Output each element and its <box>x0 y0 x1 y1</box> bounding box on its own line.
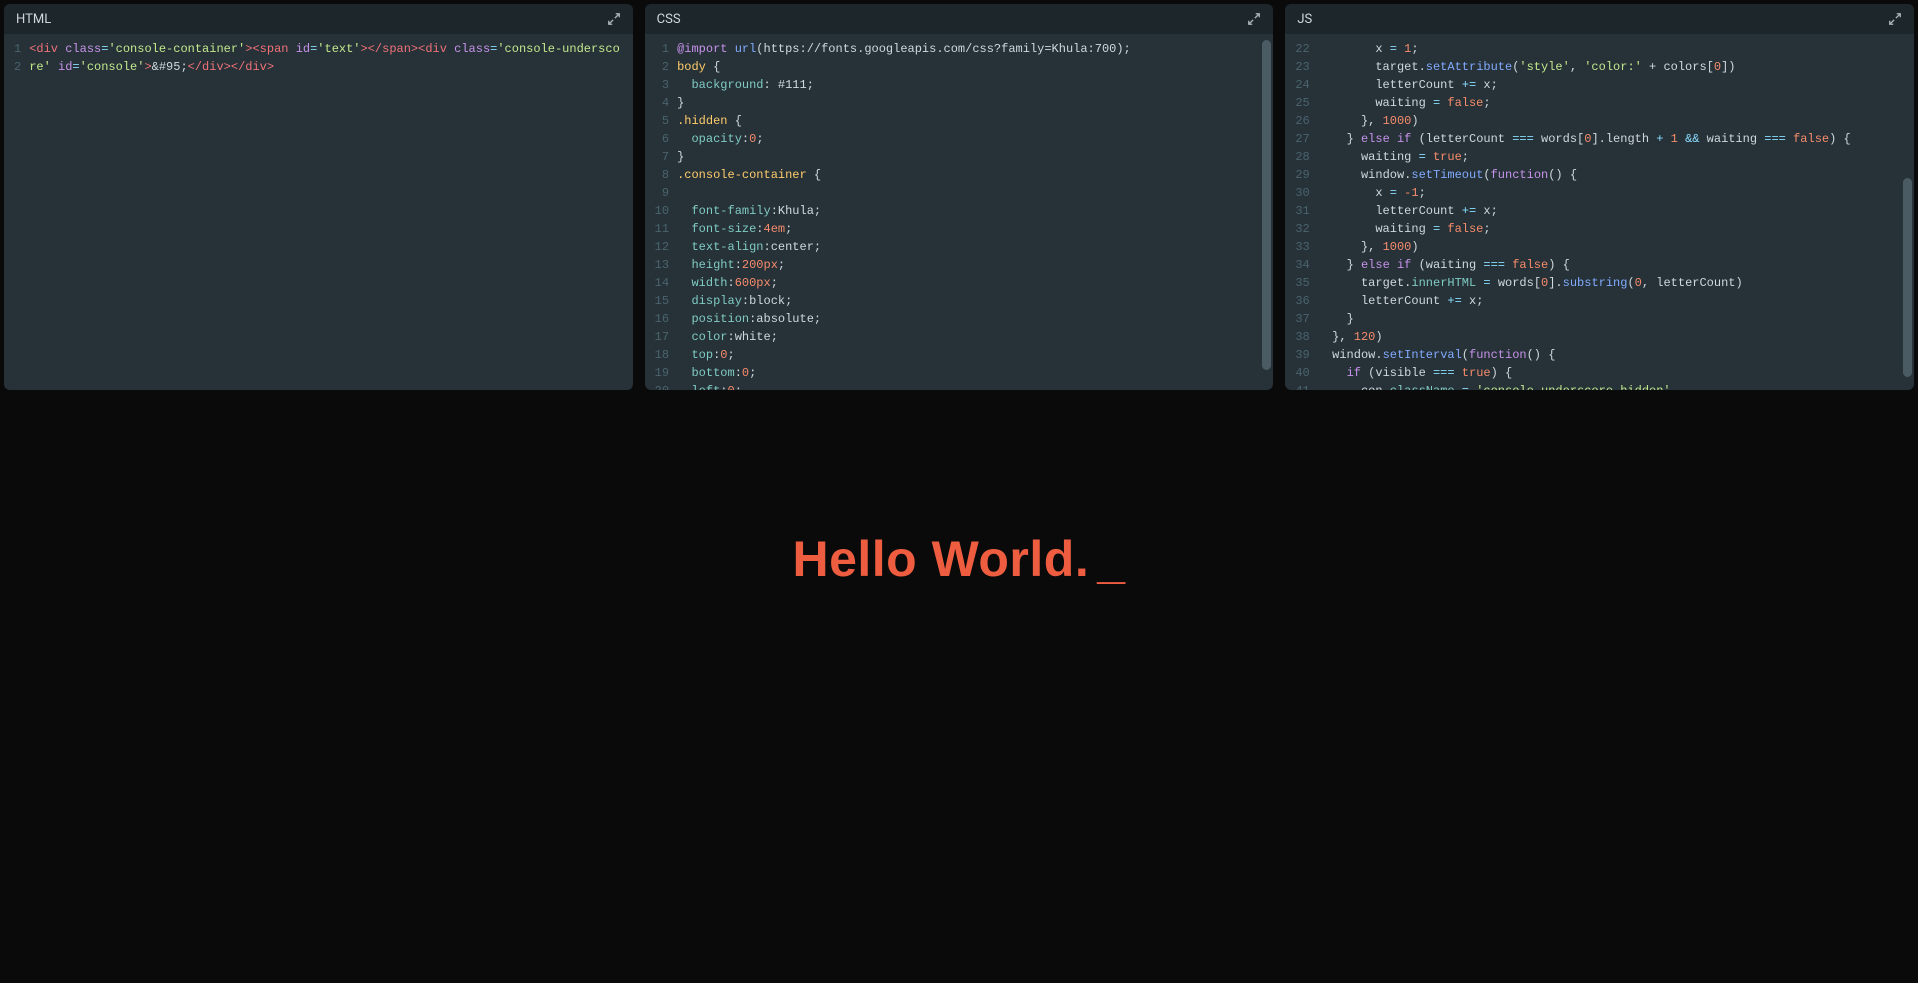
js-panel: JS 22 23 24 25 26 27 28 29 30 31 32 33 3… <box>1285 4 1914 390</box>
js-gutter: 22 23 24 25 26 27 28 29 30 31 32 33 34 3… <box>1285 34 1315 390</box>
js-panel-header: JS <box>1285 4 1914 34</box>
js-code[interactable]: x = 1; target.setAttribute('style', 'col… <box>1316 34 1914 390</box>
html-code[interactable]: <div class='console-container'><span id=… <box>27 34 632 390</box>
preview-pane: Hello World._ <box>0 390 1918 983</box>
html-editor[interactable]: 1 2 <div class='console-container'><span… <box>4 34 633 390</box>
preview-output: Hello World._ <box>0 530 1918 588</box>
preview-text: Hello World. <box>792 531 1089 587</box>
expand-icon[interactable] <box>1247 12 1261 26</box>
js-editor[interactable]: 22 23 24 25 26 27 28 29 30 31 32 33 34 3… <box>1285 34 1914 390</box>
html-gutter: 1 2 <box>4 34 27 390</box>
css-code[interactable]: @import url(https://fonts.googleapis.com… <box>675 34 1273 390</box>
html-panel-header: HTML <box>4 4 633 34</box>
expand-icon[interactable] <box>1888 12 1902 26</box>
css-panel-header: CSS <box>645 4 1274 34</box>
editor-panels: HTML 1 2 <div class='console-container'>… <box>0 0 1918 390</box>
preview-underscore: _ <box>1097 532 1125 590</box>
css-editor[interactable]: 1 2 3 4 5 6 7 8 9 10 11 12 13 14 15 16 1… <box>645 34 1274 390</box>
css-gutter: 1 2 3 4 5 6 7 8 9 10 11 12 13 14 15 16 1… <box>645 34 675 390</box>
html-panel-title: HTML <box>16 12 51 27</box>
css-panel-title: CSS <box>657 12 681 27</box>
js-panel-title: JS <box>1297 12 1312 27</box>
expand-icon[interactable] <box>607 12 621 26</box>
css-panel: CSS 1 2 3 4 5 6 7 8 9 10 11 12 13 14 15 … <box>645 4 1274 390</box>
css-scrollbar[interactable] <box>1261 40 1271 384</box>
js-scrollbar[interactable] <box>1902 40 1912 384</box>
html-panel: HTML 1 2 <div class='console-container'>… <box>4 4 633 390</box>
